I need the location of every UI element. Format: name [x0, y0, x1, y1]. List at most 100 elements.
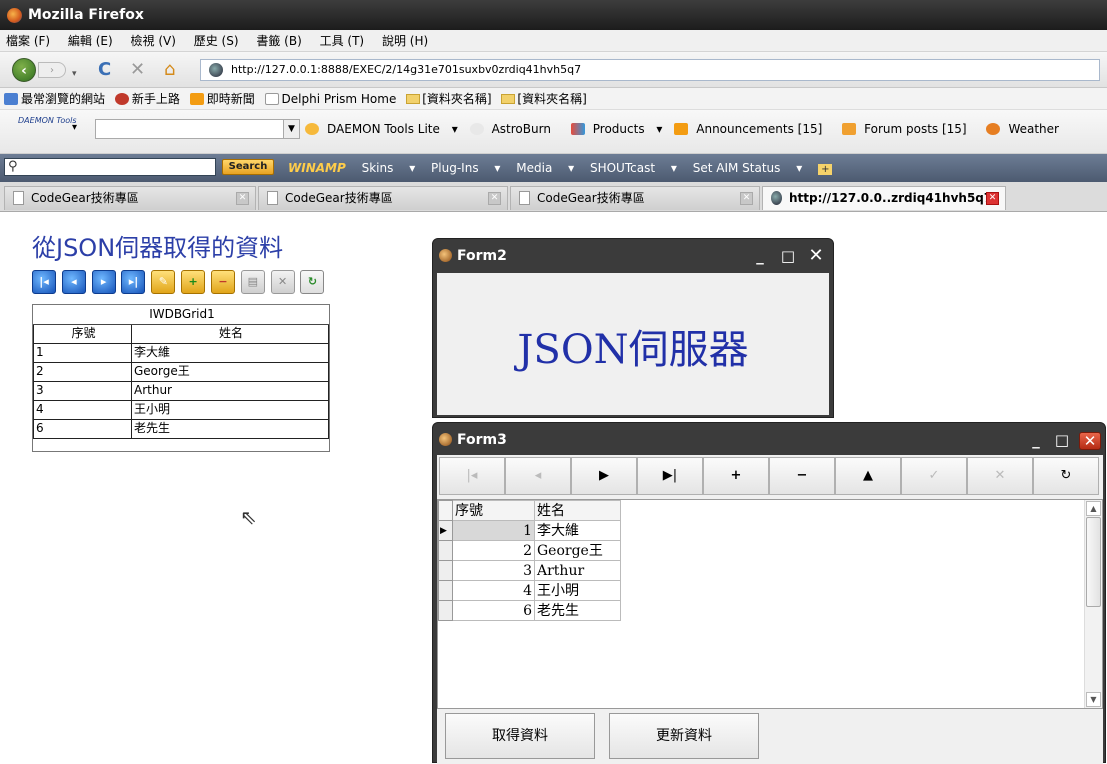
bookmark-news[interactable]: 即時新聞 — [189, 92, 255, 106]
scroll-down-icon[interactable]: ▼ — [1086, 692, 1101, 707]
winamp-shoutcast-menu[interactable]: SHOUTcast ▾ — [590, 161, 677, 175]
first-record-button[interactable]: |◂ — [439, 457, 505, 495]
form2-client-area: JSON伺服器 — [437, 273, 829, 415]
last-record-button[interactable]: ▶| — [637, 457, 703, 495]
table-row[interactable]: 4 王小明 — [438, 580, 621, 601]
menu-help[interactable]: 說明 (H) — [382, 34, 428, 48]
delete-record-button[interactable]: − — [210, 270, 235, 294]
daemon-search-combo[interactable]: ▼ — [95, 119, 300, 139]
winamp-logo[interactable]: WINAMP — [288, 161, 346, 175]
refresh-button[interactable]: ↻ — [1033, 457, 1099, 495]
grid-header-id[interactable]: 序號 — [452, 500, 535, 521]
refresh-button[interactable]: ↻ — [300, 270, 325, 294]
toolbar-search-input[interactable]: ⚲ — [4, 158, 216, 176]
winamp-toolbar: ⚲ Search WINAMP Skins ▾ Plug-Ins ▾ Media… — [0, 154, 1107, 182]
menu-bookmarks[interactable]: 書籤 (B) — [256, 34, 301, 48]
insert-record-button[interactable]: + — [181, 270, 206, 294]
astroburn-item[interactable]: AstroBurn — [469, 122, 559, 136]
table-row[interactable]: 4 王小明 — [33, 399, 329, 420]
bookmark-most-visited[interactable]: 最常瀏覽的網站 — [4, 92, 105, 106]
table-row[interactable]: 1 李大維 — [33, 342, 329, 363]
first-record-button[interactable]: |◂ — [32, 270, 56, 294]
minimize-button[interactable]: _ — [751, 248, 769, 266]
menu-file[interactable]: 檔案 (F) — [6, 34, 50, 48]
menu-bar: 檔案 (F) 編輯 (E) 檢視 (V) 歷史 (S) 書籤 (B) 工具 (T… — [0, 30, 1107, 52]
daemon-menu-dropdown[interactable]: ▾ — [72, 122, 77, 133]
table-row[interactable]: 6 老先生 — [33, 418, 329, 439]
winamp-media-menu[interactable]: Media ▾ — [516, 161, 574, 175]
home-icon[interactable]: ⌂ — [164, 60, 175, 80]
scroll-thumb[interactable] — [1086, 517, 1101, 607]
cancel-record-button[interactable]: ✕ — [270, 270, 295, 294]
scroll-up-icon[interactable]: ▲ — [1086, 501, 1101, 516]
tab-close-icon[interactable]: ✕ — [488, 192, 501, 205]
update-data-button[interactable]: 更新資料 — [609, 713, 759, 759]
winamp-plugins-menu[interactable]: Plug-Ins ▾ — [431, 161, 500, 175]
maximize-button[interactable]: □ — [779, 248, 797, 266]
daemon-tools-lite-item[interactable]: DAEMON Tools Lite ▾ — [305, 122, 458, 136]
winamp-aim-status-menu[interactable]: Set AIM Status ▾ — [693, 161, 803, 175]
maximize-button[interactable]: □ — [1053, 432, 1071, 450]
cancel-record-button[interactable]: ✕ — [967, 457, 1033, 495]
menu-edit[interactable]: 編輯 (E) — [68, 34, 113, 48]
grid-header-name[interactable]: 姓名 — [534, 500, 621, 521]
dbgrid[interactable]: 序號 姓名 ▶ 1 李大維 2 George王 3 Arthur 4 王小明 6 老先生… — [437, 499, 1103, 709]
tab-codegear-1[interactable]: CodeGear技術專區 ✕ — [4, 186, 256, 210]
prior-record-button[interactable]: ◂ — [61, 270, 86, 294]
stop-icon[interactable]: ✕ — [130, 60, 145, 80]
chevron-down-icon[interactable]: ▼ — [283, 120, 299, 138]
table-row[interactable]: 3 Arthur — [33, 380, 329, 401]
toolbar-search-button[interactable]: Search — [222, 159, 274, 175]
history-dropdown-icon[interactable]: ▾ — [72, 64, 77, 84]
announcements-item[interactable]: Announcements [15] — [674, 122, 830, 136]
products-item[interactable]: Products ▾ — [570, 122, 662, 136]
next-record-button[interactable]: ▶ — [571, 457, 637, 495]
tab-close-icon[interactable]: ✕ — [740, 192, 753, 205]
menu-view[interactable]: 檢視 (V) — [131, 34, 176, 48]
get-data-button[interactable]: 取得資料 — [445, 713, 595, 759]
back-button[interactable]: ‹ — [12, 58, 36, 82]
table-row[interactable]: 6 老先生 — [438, 600, 621, 621]
tab-close-icon[interactable]: ✕ — [986, 192, 999, 205]
prior-record-button[interactable]: ◂ — [505, 457, 571, 495]
close-button[interactable]: ✕ — [807, 247, 825, 266]
table-row[interactable]: 3 Arthur — [438, 560, 621, 581]
delete-record-button[interactable]: − — [769, 457, 835, 495]
edit-record-button[interactable]: ✎ — [151, 270, 176, 294]
minimize-button[interactable]: _ — [1027, 432, 1045, 450]
table-row[interactable]: ▶ 1 李大維 — [438, 520, 621, 541]
daemon-tools-logo: DAEMON Tools — [18, 116, 77, 125]
forward-button[interactable]: › — [38, 62, 66, 78]
tab-codegear-3[interactable]: CodeGear技術專區 ✕ — [510, 186, 760, 210]
menu-tools[interactable]: 工具 (T) — [320, 34, 365, 48]
insert-record-button[interactable]: + — [703, 457, 769, 495]
reload-icon[interactable]: C — [98, 60, 111, 80]
tab-close-icon[interactable]: ✕ — [236, 192, 249, 205]
close-button[interactable]: ✕ — [1079, 432, 1101, 450]
last-record-button[interactable]: ▸| — [121, 270, 146, 294]
tab-active-localhost[interactable]: http://127.0.0..zrdiq41hvh5q7 ✕ — [762, 186, 1006, 210]
page-heading: 從JSON伺器取得的資料 — [32, 234, 284, 262]
forum-posts-item[interactable]: Forum posts [15] — [842, 122, 974, 136]
table-row[interactable]: 2 George王 — [438, 540, 621, 561]
bookmark-folder-1[interactable]: [資料夾名稱] — [406, 92, 492, 106]
next-record-button[interactable]: ▸ — [91, 270, 116, 294]
form2-window: Form2 _ □ ✕ JSON伺服器 — [432, 238, 834, 418]
bookmark-folder-2[interactable]: [資料夾名稱] — [501, 92, 587, 106]
post-record-button[interactable]: ✓ — [901, 457, 967, 495]
add-icon[interactable]: + — [818, 164, 833, 175]
edit-record-button[interactable]: ▲ — [835, 457, 901, 495]
winamp-skins-menu[interactable]: Skins ▾ — [362, 161, 416, 175]
window-titlebar: Mozilla Firefox — [0, 0, 1107, 30]
vertical-scrollbar[interactable]: ▲ ▼ — [1084, 500, 1102, 708]
post-record-button[interactable]: ▤ — [240, 270, 265, 294]
bookmark-getting-started[interactable]: 新手上路 — [114, 92, 180, 106]
menu-history[interactable]: 歷史 (S) — [194, 34, 239, 48]
table-row[interactable]: 2 George王 — [33, 361, 329, 382]
form2-title: Form2 — [457, 248, 507, 264]
weather-item[interactable]: Weather — [986, 122, 1067, 136]
bookmark-delphi-prism[interactable]: Delphi Prism Home — [264, 92, 396, 106]
bookmark-icon — [4, 93, 18, 105]
tab-codegear-2[interactable]: CodeGear技術專區 ✕ — [258, 186, 508, 210]
url-bar[interactable]: http://127.0.0.1:8888/EXEC/2/14g31e701su… — [200, 59, 1100, 81]
